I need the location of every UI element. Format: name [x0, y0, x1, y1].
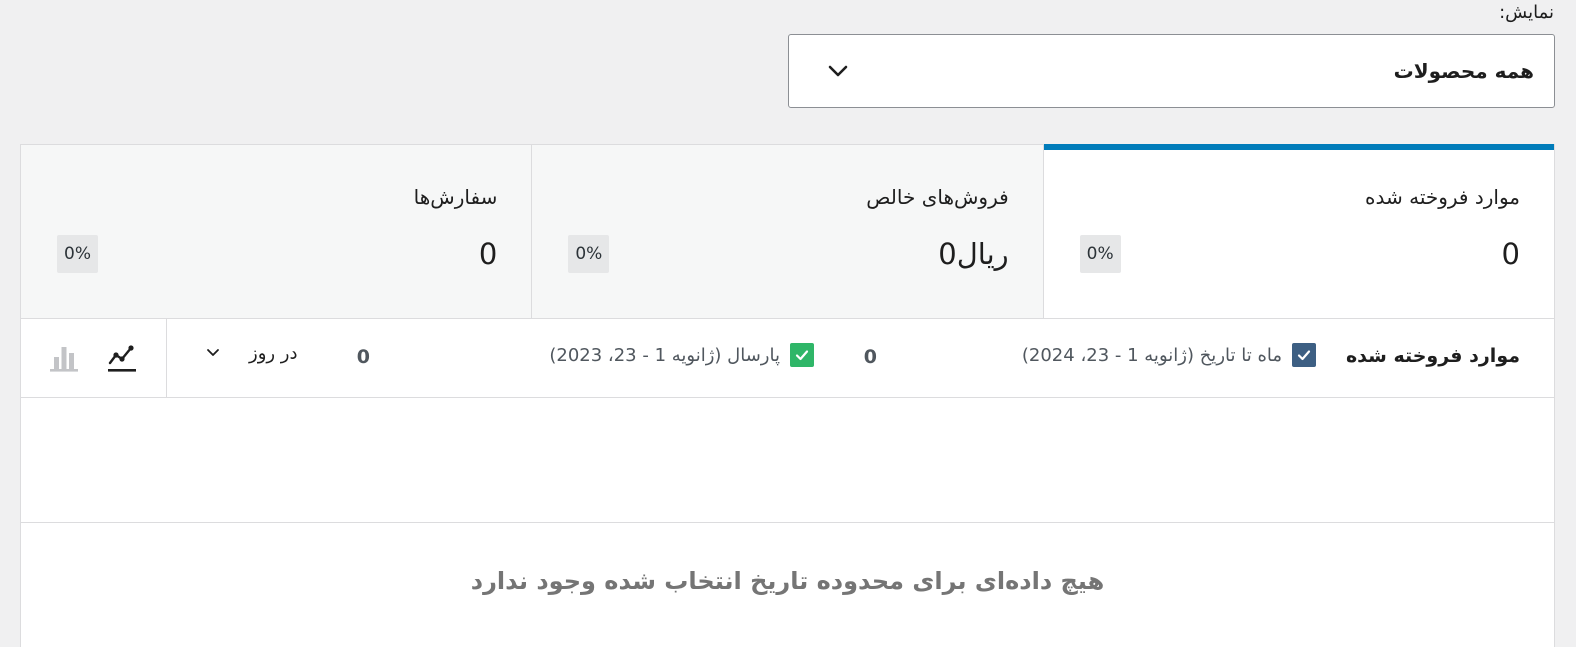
chevron-down-icon: [205, 344, 221, 364]
summary-card-items-sold[interactable]: موارد فروخته شده 0 0%: [1042, 144, 1555, 318]
filter-label: نمایش:: [1499, 2, 1554, 23]
legend-label: پارسال (ژانویه 1 - 23، 2023): [549, 344, 780, 366]
summary-cards: موارد فروخته شده 0 0% فروش‌های خالص ریال…: [20, 144, 1555, 319]
product-filter-select[interactable]: همه محصولات: [788, 34, 1555, 108]
card-value: 0: [478, 237, 498, 271]
summary-card-orders[interactable]: سفارش‌ها 0 0%: [21, 145, 532, 318]
product-filter-value: همه محصولات: [1393, 59, 1534, 83]
line-chart-icon[interactable]: [105, 341, 139, 375]
legend-total: 0: [356, 346, 370, 368]
summary-card-net-sales[interactable]: فروش‌های خالص ریال0 0%: [531, 145, 1043, 318]
legend-label: ماه تا تاریخ (ژانویه 1 - 23، 2024): [1021, 344, 1282, 366]
card-label: سفارش‌ها: [413, 185, 498, 209]
card-delta-badge: 0%: [568, 235, 610, 273]
checkbox-checked-icon[interactable]: [790, 343, 814, 367]
chevron-down-icon: [825, 58, 851, 84]
card-value: ریال0: [938, 237, 1009, 271]
interval-select[interactable]: در روز: [205, 343, 298, 364]
checkbox-checked-icon[interactable]: [1292, 343, 1316, 367]
chart-panel: موارد فروخته شده ماه تا تاریخ (ژانویه 1 …: [20, 318, 1555, 647]
legend-item-previous[interactable]: پارسال (ژانویه 1 - 23، 2023): [549, 343, 814, 367]
empty-state-message: هیچ داده‌ای برای محدوده تاریخ انتخاب شده…: [470, 567, 1105, 595]
legend-item-current[interactable]: ماه تا تاریخ (ژانویه 1 - 23، 2024): [1022, 343, 1316, 367]
chart-area: [21, 398, 1554, 523]
card-label: فروش‌های خالص: [866, 185, 1009, 209]
analytics-page: نمایش: همه محصولات موارد فروخته شده 0 0%…: [0, 0, 1576, 647]
card-label: موارد فروخته شده: [1365, 185, 1520, 209]
chart-header: موارد فروخته شده ماه تا تاریخ (ژانویه 1 …: [21, 319, 1554, 398]
bar-chart-icon[interactable]: [47, 341, 81, 375]
card-delta-badge: 0%: [57, 235, 98, 273]
legend-total: 0: [863, 346, 877, 368]
card-delta-badge: 0%: [1079, 235, 1121, 273]
interval-label: در روز: [249, 343, 298, 364]
chart-type-toggle: [21, 319, 167, 398]
chart-title: موارد فروخته شده: [1345, 345, 1520, 367]
card-value: 0: [1501, 237, 1520, 271]
